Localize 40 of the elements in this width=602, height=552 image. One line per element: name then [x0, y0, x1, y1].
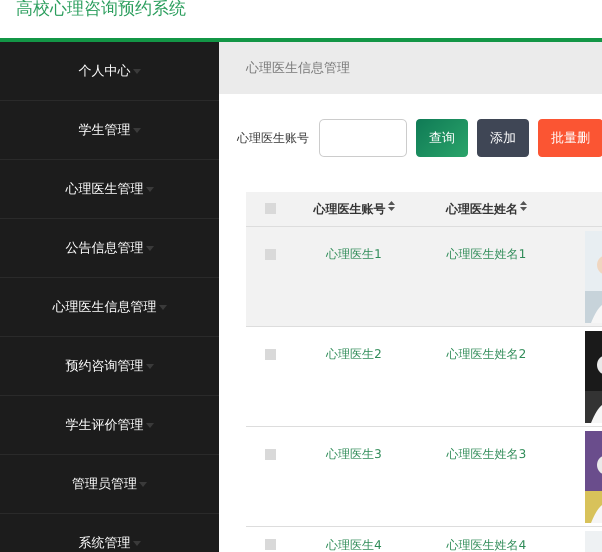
sidebar-item[interactable]: 预约咨询管理	[0, 337, 219, 396]
table-cell: 心理医生4	[326, 537, 382, 552]
checkbox[interactable]	[264, 449, 276, 460]
caret-icon	[132, 68, 140, 74]
breadcrumb: 心理医生信息管理	[246, 60, 350, 77]
sidebar-item[interactable]: 公告信息管理	[0, 219, 219, 278]
sidebar-item[interactable]: 心理医生信息管理	[0, 278, 219, 337]
sidebar-item[interactable]: 系统管理	[0, 514, 219, 552]
column-header: 心理医生账号	[314, 201, 386, 218]
sidebar-item[interactable]: 学生评价管理	[0, 396, 219, 455]
caret-icon	[139, 482, 147, 486]
caret-icon	[132, 540, 140, 546]
table-cell: 心理医生姓名2	[446, 346, 526, 363]
sidebar-item[interactable]: 管理员管理	[0, 455, 219, 514]
caret-icon	[132, 128, 140, 132]
checkbox[interactable]	[264, 203, 276, 214]
add-button[interactable]: 添加	[477, 119, 529, 157]
caret-icon	[146, 364, 154, 368]
caret-icon	[146, 186, 154, 192]
column-header: 心理医生姓名	[446, 201, 518, 218]
table-row[interactable]: 心理医生1 心理医生姓名1	[246, 227, 602, 327]
table-cell: 心理医生3	[326, 446, 382, 463]
sort-icon[interactable]	[520, 201, 527, 211]
table-cell: 心理医生2	[326, 346, 382, 363]
checkbox[interactable]	[264, 349, 276, 360]
table-cell: 心理医生姓名1	[446, 246, 526, 263]
search-button[interactable]: 查询	[416, 119, 468, 157]
sort-icon[interactable]	[388, 201, 394, 211]
checkbox[interactable]	[264, 249, 276, 260]
caret-icon	[146, 422, 154, 428]
sidebar-item[interactable]: 学生管理	[0, 101, 219, 160]
table-cell: 心理医生姓名4	[446, 537, 526, 552]
search-field[interactable]	[319, 119, 407, 157]
caret-icon	[146, 246, 154, 250]
caret-icon	[158, 304, 166, 310]
sidebar-item[interactable]: 心理医生管理	[0, 160, 219, 219]
field-label: 心理医生账号	[237, 130, 309, 146]
table-cell: 心理医生姓名3	[446, 446, 526, 463]
table-cell: 心理医生1	[326, 246, 382, 263]
checkbox[interactable]	[264, 539, 276, 550]
